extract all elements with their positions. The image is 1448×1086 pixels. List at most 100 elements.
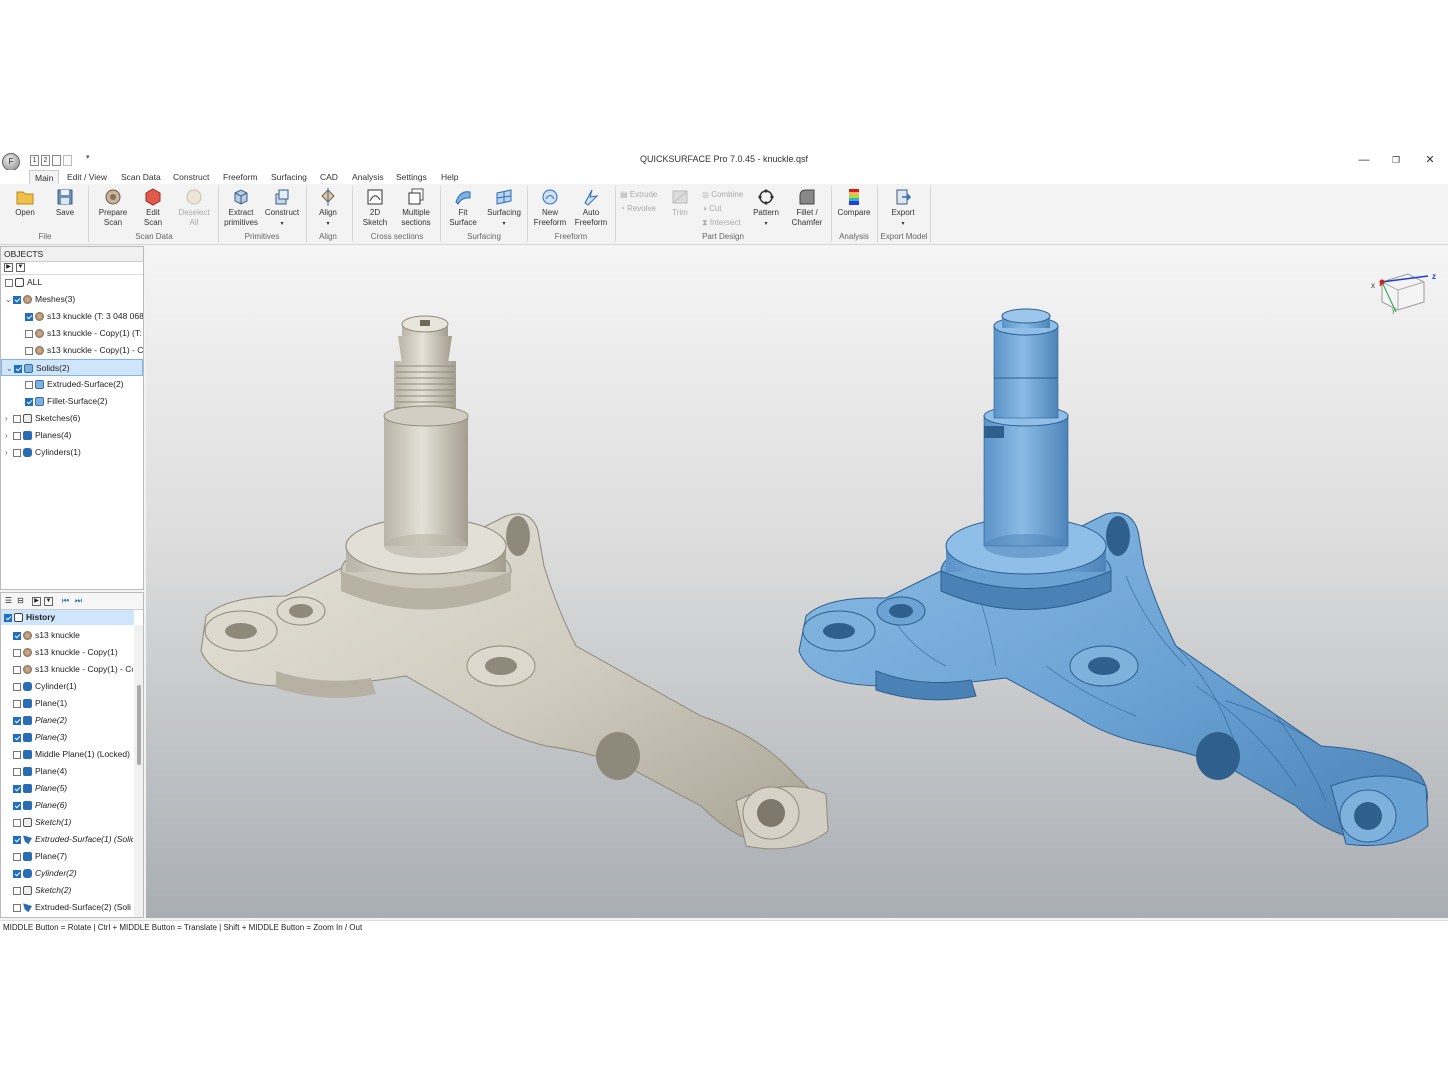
2d-sketch-button[interactable]: 2D Sketch xyxy=(360,188,390,228)
history-row[interactable]: Plane(5) xyxy=(13,780,133,797)
deselect-all-button[interactable]: Deselect All xyxy=(175,188,213,228)
object-row[interactable]: ⌄ Solids(2) xyxy=(1,359,143,376)
object-row[interactable]: Extruded-Surface(2) xyxy=(1,376,143,393)
save-button[interactable]: Save xyxy=(52,188,78,218)
trim-button[interactable]: Trim xyxy=(666,188,694,218)
list-view-icon[interactable]: ☰ xyxy=(4,597,13,606)
fit-surface-button[interactable]: Fit Surface xyxy=(448,188,478,228)
history-row[interactable]: s13 knuckle - Copy(1) - Cc xyxy=(13,661,133,678)
cad-solid-model[interactable] xyxy=(798,308,1429,847)
visibility-checkbox[interactable] xyxy=(14,364,22,373)
scan-mesh-model[interactable] xyxy=(200,315,829,850)
tab-settings[interactable]: Settings xyxy=(391,170,432,184)
visibility-checkbox[interactable] xyxy=(25,329,33,338)
construct-button[interactable]: Construct ▾ xyxy=(263,188,301,229)
history-checkbox[interactable] xyxy=(13,852,21,861)
expand-chevron-icon[interactable]: › xyxy=(5,410,13,427)
orientation-cube-icon[interactable] xyxy=(1379,273,1429,313)
expand-chevron-icon[interactable]: › xyxy=(5,427,13,444)
history-row[interactable]: Middle Plane(1) (Locked) xyxy=(13,746,133,763)
history-row[interactable]: Plane(2) xyxy=(13,712,133,729)
cut-button[interactable]: ◑ Cut xyxy=(702,204,722,213)
history-checkbox[interactable] xyxy=(13,665,21,674)
extract-primitives-button[interactable]: Extract primitives xyxy=(222,188,260,228)
visibility-checkbox[interactable] xyxy=(25,312,33,321)
tab-surfacing[interactable]: Surfacing xyxy=(266,170,312,184)
skip-first-icon[interactable]: ⏮ xyxy=(61,597,70,606)
object-row[interactable]: ALL xyxy=(1,274,143,291)
prepare-scan-button[interactable]: Prepare Scan xyxy=(94,188,132,228)
fillet-chamfer-button[interactable]: Fillet / Chamfer xyxy=(788,188,826,228)
tab-construct[interactable]: Construct xyxy=(168,170,214,184)
history-checkbox[interactable] xyxy=(13,886,21,895)
pattern-button[interactable]: Pattern ▾ xyxy=(750,188,782,229)
history-checkbox[interactable] xyxy=(13,903,21,912)
collapse-chevron-icon[interactable]: ⌄ xyxy=(5,291,13,308)
history-checkbox[interactable] xyxy=(13,631,21,640)
history-row[interactable]: Extruded-Surface(1) (Solid, xyxy=(13,831,133,848)
3d-viewport[interactable]: x z y xyxy=(146,246,1448,918)
history-checkbox[interactable] xyxy=(13,784,21,793)
history-checkbox[interactable] xyxy=(13,835,21,844)
surfacing-button[interactable]: Surfacing ▾ xyxy=(486,188,522,229)
object-row[interactable]: s13 knuckle (T: 3 048 068) xyxy=(1,308,143,325)
history-checkbox[interactable] xyxy=(13,818,21,827)
close-icon[interactable]: ✕ xyxy=(1420,152,1440,168)
align-button[interactable]: Align ▾ xyxy=(312,188,344,229)
history-checkbox[interactable] xyxy=(13,682,21,691)
tab-scan-data[interactable]: Scan Data xyxy=(116,170,166,184)
history-checkbox[interactable] xyxy=(13,648,21,657)
visibility-checkbox[interactable] xyxy=(13,295,21,304)
visibility-checkbox[interactable] xyxy=(13,431,21,440)
object-row[interactable]: › Sketches(6) xyxy=(1,410,143,427)
play-icon[interactable]: ▶ xyxy=(32,597,41,606)
open-button[interactable]: Open xyxy=(12,188,38,218)
expand-chevron-icon[interactable]: › xyxy=(5,444,13,461)
export-button[interactable]: Export ▾ xyxy=(886,188,920,229)
history-checkbox[interactable] xyxy=(13,869,21,878)
tab-analysis[interactable]: Analysis xyxy=(347,170,389,184)
tab-main[interactable]: Main xyxy=(29,170,60,185)
history-row[interactable]: s13 knuckle - Copy(1) xyxy=(13,644,133,661)
history-row[interactable]: Plane(3) xyxy=(13,729,133,746)
object-row[interactable]: s13 knuckle - Copy(1) - C xyxy=(1,342,143,359)
history-row[interactable]: Cylinder(2) xyxy=(13,865,133,882)
visibility-checkbox[interactable] xyxy=(13,414,21,423)
visibility-checkbox[interactable] xyxy=(5,278,13,287)
history-row[interactable]: Plane(1) xyxy=(13,695,133,712)
visibility-checkbox[interactable] xyxy=(25,397,33,406)
tab-help[interactable]: Help xyxy=(436,170,463,184)
history-checkbox[interactable] xyxy=(13,750,21,759)
skip-last-icon[interactable]: ⏭ xyxy=(74,597,83,606)
revolve-button[interactable]: ◔ Revolve xyxy=(620,204,656,213)
filter-icon[interactable]: ▼ xyxy=(44,597,53,606)
history-checkbox[interactable] xyxy=(13,801,21,810)
object-row[interactable]: › Cylinders(1) xyxy=(1,444,143,461)
filter-icon[interactable]: ▼ xyxy=(16,263,25,272)
history-row[interactable]: s13 knuckle xyxy=(13,627,133,644)
history-row[interactable]: Extruded-Surface(2) (Soli xyxy=(13,899,133,916)
multiple-sections-button[interactable]: Multiple sections xyxy=(397,188,435,228)
object-row[interactable]: Fillet-Surface(2) xyxy=(1,393,143,410)
object-row[interactable]: s13 knuckle - Copy(1) (T: xyxy=(1,325,143,342)
visibility-checkbox[interactable] xyxy=(13,448,21,457)
combine-button[interactable]: ◎ Combine xyxy=(702,190,743,199)
history-header[interactable]: History xyxy=(1,610,134,625)
tree-view-icon[interactable]: ⊟ xyxy=(16,597,25,606)
history-row[interactable]: Plane(4) xyxy=(13,763,133,780)
visibility-checkbox[interactable] xyxy=(25,346,33,355)
intersect-button[interactable]: ⧗ Intersect xyxy=(702,218,741,228)
tab-cad[interactable]: CAD xyxy=(315,170,343,184)
object-row[interactable]: ⌄ Meshes(3) xyxy=(1,291,143,308)
history-row[interactable]: Plane(7) xyxy=(13,848,133,865)
scrollbar-thumb[interactable] xyxy=(137,685,141,765)
history-checkbox[interactable] xyxy=(13,767,21,776)
history-row[interactable]: Cylinder(1) xyxy=(13,678,133,695)
collapse-chevron-icon[interactable]: ⌄ xyxy=(6,360,14,375)
history-checkbox[interactable] xyxy=(13,733,21,742)
history-row[interactable]: Sketch(2) xyxy=(13,882,133,899)
history-scrollbar[interactable] xyxy=(134,625,143,917)
restore-icon[interactable]: ❐ xyxy=(1386,152,1406,168)
tab-freeform[interactable]: Freeform xyxy=(218,170,262,184)
history-checkbox[interactable] xyxy=(13,716,21,725)
